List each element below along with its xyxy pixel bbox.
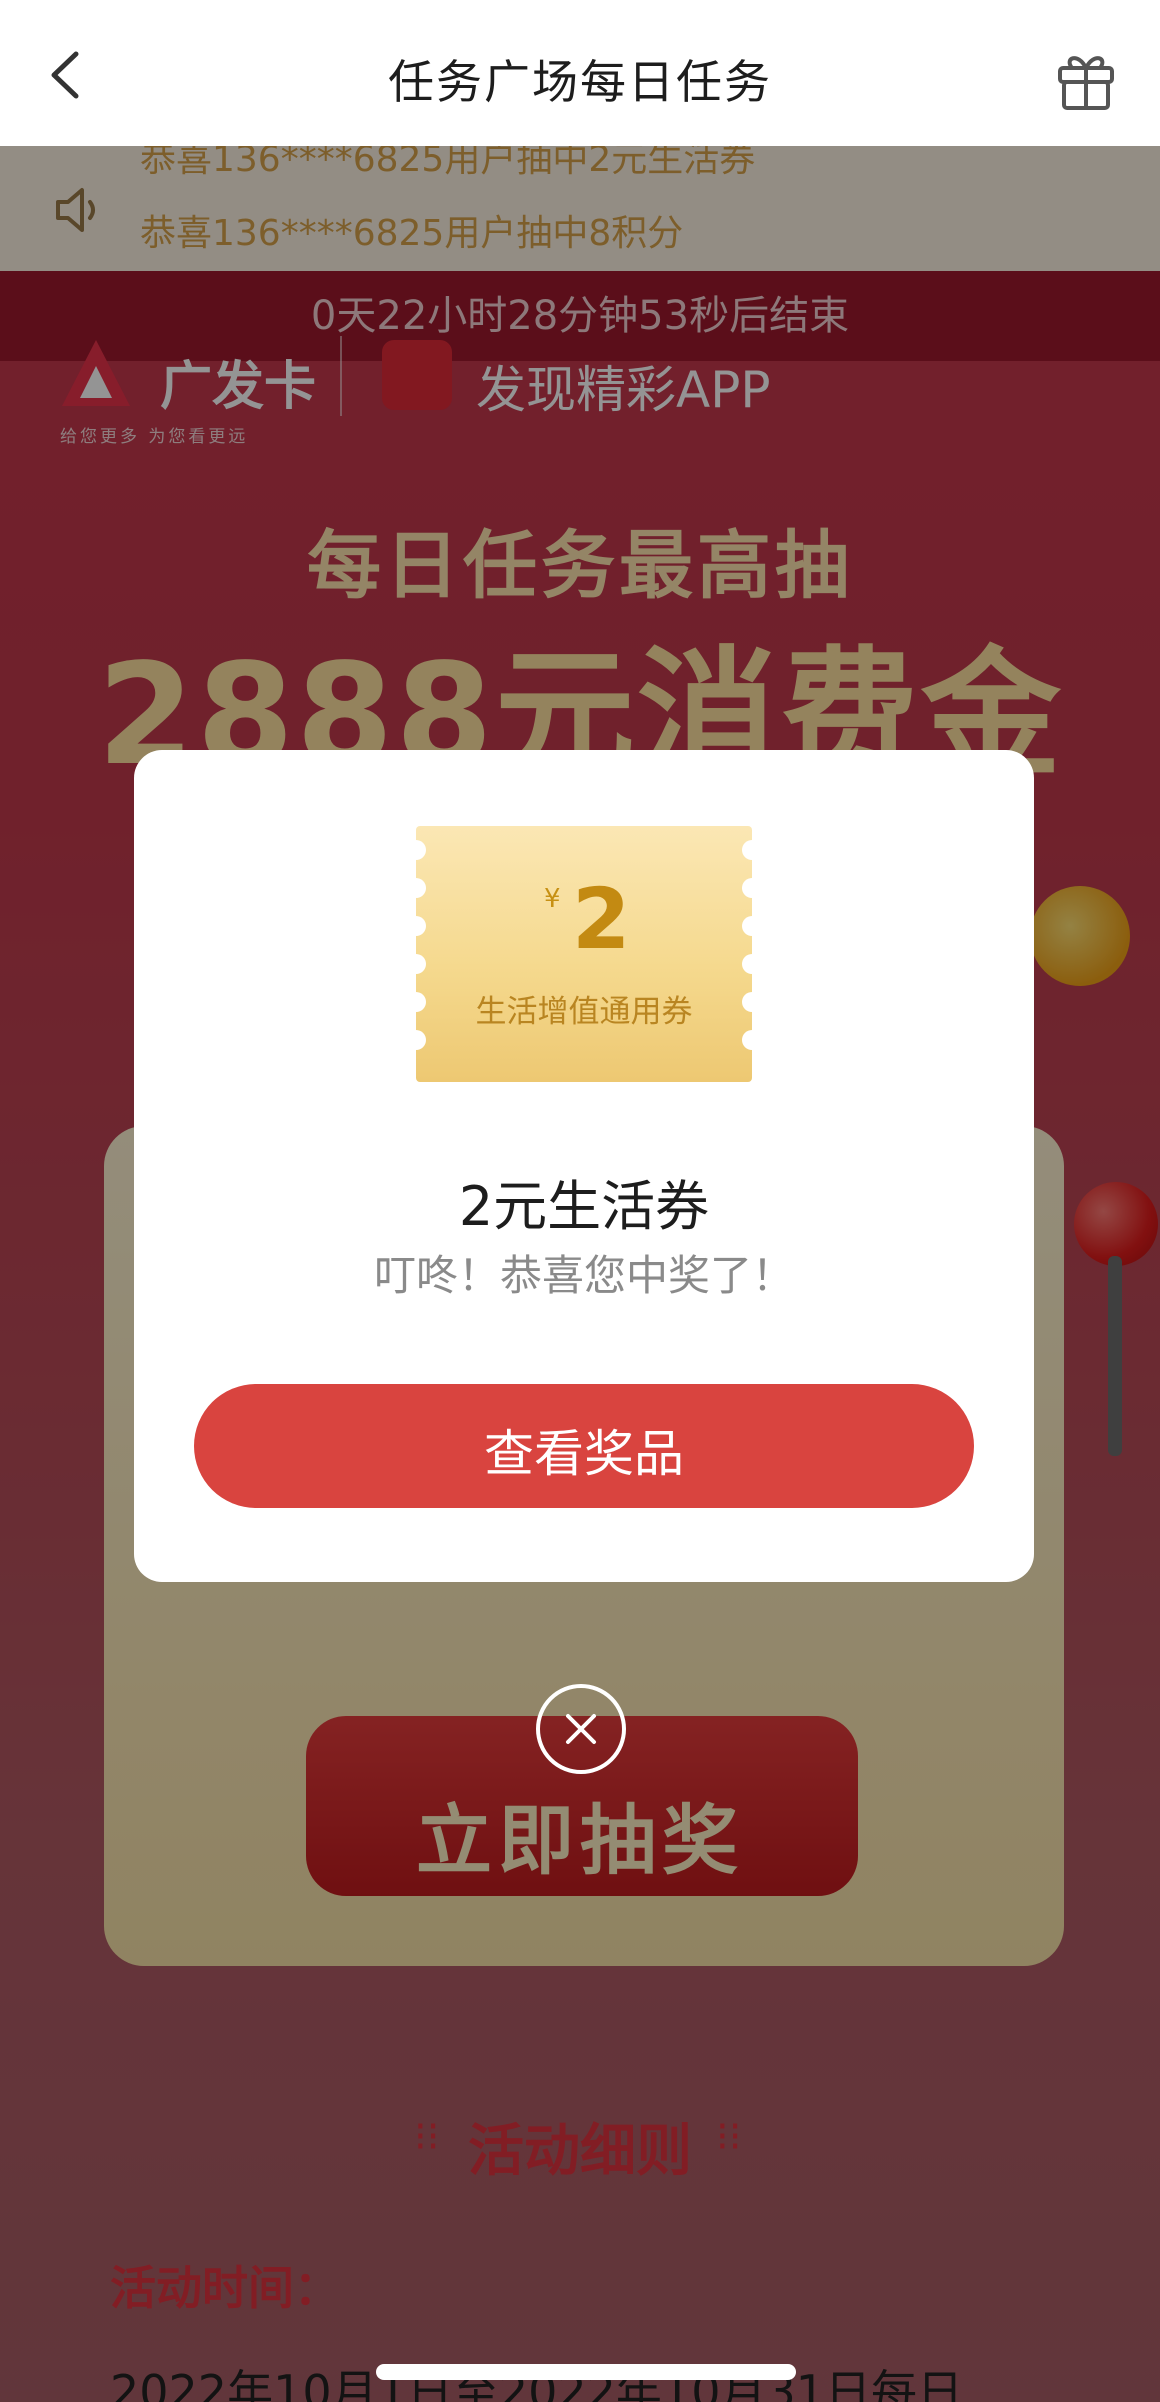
home-indicator — [376, 2364, 796, 2380]
coupon-notch — [406, 840, 426, 860]
prize-subtitle: 叮咚！恭喜您中奖了！ — [373, 1251, 794, 1300]
view-prize-button-label: 查看奖品 — [484, 1425, 684, 1483]
close-icon[interactable] — [536, 1684, 626, 1774]
prize-modal: ¥ 2 生活增值通用券 2元生活券 叮咚！恭喜您中奖了！ 查看奖品 — [134, 750, 1034, 1582]
view-prize-button[interactable]: 查看奖品 — [194, 1384, 974, 1508]
coupon-notch — [406, 954, 426, 974]
page-title: 任务广场每日任务 — [388, 55, 772, 109]
coupon-notch — [742, 840, 762, 860]
coupon-notch — [406, 878, 426, 898]
gift-icon[interactable] — [1050, 44, 1122, 116]
coupon-notch — [406, 916, 426, 936]
coupon-notch — [742, 954, 762, 974]
coupon-notch — [406, 1030, 426, 1050]
coupon-currency: ¥ — [544, 884, 561, 914]
coupon-amount: 2 — [572, 870, 631, 968]
prize-title: 2元生活券 — [458, 1175, 710, 1238]
coupon-notch — [742, 878, 762, 898]
coupon-notch — [742, 1030, 762, 1050]
coupon-card: ¥ 2 生活增值通用券 — [406, 826, 762, 1082]
coupon-name: 生活增值通用券 — [475, 994, 693, 1030]
top-navbar: 任务广场每日任务 — [0, 0, 1160, 146]
coupon-notch — [742, 916, 762, 936]
